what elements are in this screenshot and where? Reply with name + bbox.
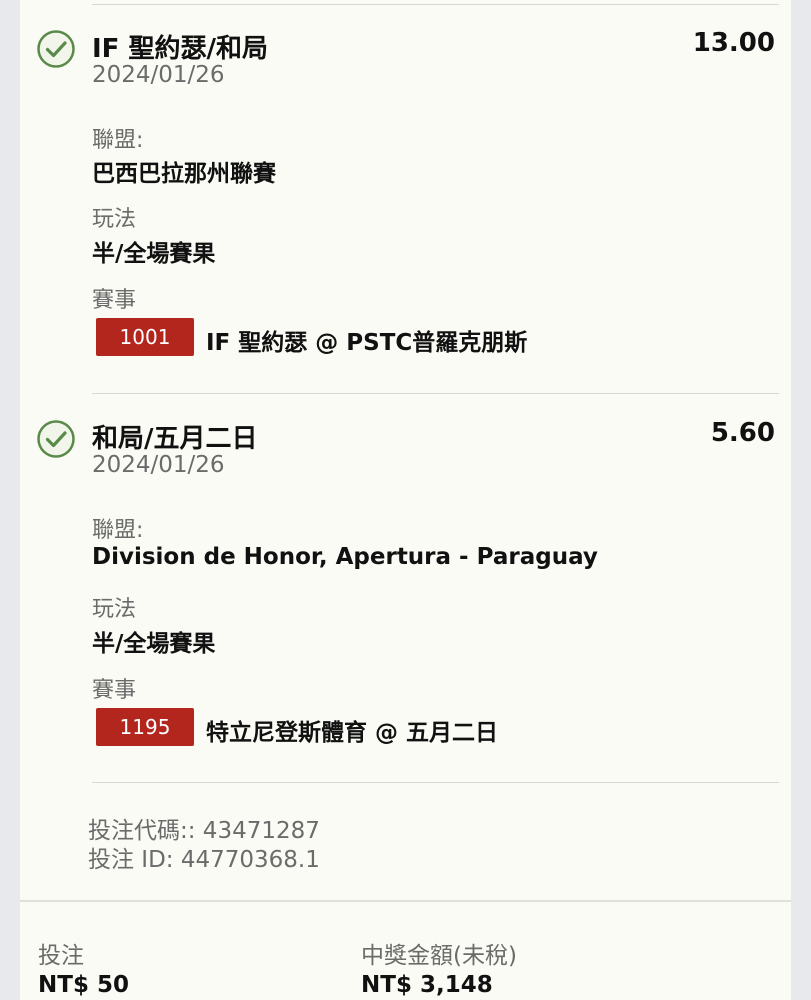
league-name: Division de Honor, Apertura - Paraguay	[92, 544, 598, 570]
check-circle-icon	[37, 420, 75, 458]
league-label: 聯盟:	[92, 518, 144, 543]
bet-id: 投注 ID: 44770368.1	[88, 847, 320, 873]
payout-value: NT$ 3,148	[361, 972, 493, 998]
event-name: IF 聖約瑟 @ PSTC普羅克朋斯	[206, 330, 528, 356]
event-name: 特立尼登斯體育 @ 五月二日	[206, 720, 499, 746]
event-label: 賽事	[92, 678, 137, 703]
league-name: 巴西巴拉那州聯賽	[92, 161, 276, 187]
selection-name: 和局/五月二日	[92, 424, 258, 454]
market-name: 半/全場賽果	[92, 241, 216, 267]
stake-value: NT$ 50	[38, 972, 129, 998]
payout-label: 中獎金額(未稅)	[361, 943, 517, 969]
check-circle-icon	[37, 30, 75, 68]
bet-slip-card: IF 聖約瑟/和局 13.00 2024/01/26 聯盟: 巴西巴拉那州聯賽 …	[20, 0, 791, 1000]
event-label: 賽事	[92, 288, 137, 313]
leg-divider	[92, 782, 779, 783]
event-code-badge: 1195	[96, 708, 194, 746]
selection-name: IF 聖約瑟/和局	[92, 34, 268, 64]
market-label: 玩法	[92, 597, 137, 622]
market-name: 半/全場賽果	[92, 631, 216, 657]
market-label: 玩法	[92, 207, 137, 232]
payout-summary: 中獎金額(未稅) NT$ 3,148	[361, 936, 517, 998]
event-code-badge: 1001	[96, 318, 194, 356]
top-divider	[92, 4, 779, 5]
summary-divider	[20, 900, 791, 902]
leg-divider	[92, 393, 779, 394]
league-label: 聯盟:	[92, 128, 144, 153]
match-date: 2024/01/26	[92, 62, 225, 88]
odds-value: 13.00	[692, 28, 775, 58]
odds-value: 5.60	[710, 418, 775, 448]
stake-label: 投注	[38, 943, 84, 969]
stake-summary: 投注 NT$ 50	[38, 936, 129, 998]
match-date: 2024/01/26	[92, 452, 225, 478]
